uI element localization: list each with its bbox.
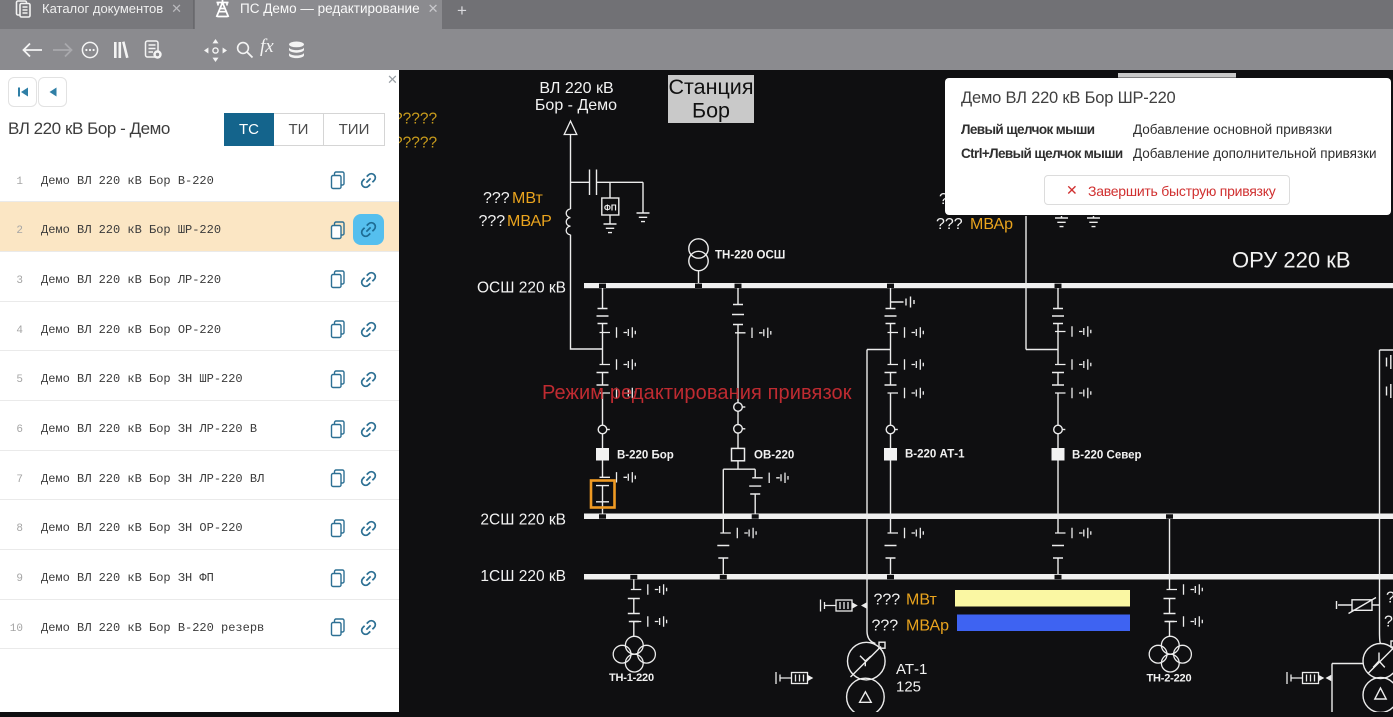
svg-text:ОСШ 220 кВ: ОСШ 220 кВ <box>477 280 566 297</box>
svg-text:АТ-1: АТ-1 <box>896 661 927 678</box>
svg-text:ТН-2-220: ТН-2-220 <box>1147 673 1192 685</box>
svg-text:В-220 Север: В-220 Север <box>1072 450 1142 462</box>
svg-text:ТН-220 ОСШ: ТН-220 ОСШ <box>715 250 785 262</box>
svg-text:МВт: МВт <box>906 592 937 609</box>
svg-text:Бор - Демо: Бор - Демо <box>535 97 617 114</box>
svg-text:ФП: ФП <box>604 204 617 213</box>
svg-text:?????: ????? <box>399 111 437 128</box>
svg-text:МВАр: МВАр <box>906 618 949 635</box>
svg-text:?????: ????? <box>399 135 437 152</box>
svg-text:1СШ 220 кВ: 1СШ 220 кВ <box>480 568 566 585</box>
svg-text:???: ??? <box>479 213 506 230</box>
svg-text:???: ??? <box>874 592 901 609</box>
svg-text:В-220 АТ-1: В-220 АТ-1 <box>905 449 965 461</box>
svg-text:???: ??? <box>872 618 899 635</box>
svg-text:ОРУ 220 кВ: ОРУ 220 кВ <box>1232 248 1351 273</box>
svg-text:Бор: Бор <box>692 99 730 123</box>
svg-text:В-220 Бор: В-220 Бор <box>617 450 674 462</box>
svg-text:МВАр: МВАр <box>970 216 1013 233</box>
svg-text:ТН-1-220: ТН-1-220 <box>609 672 654 684</box>
svg-text:???: ??? <box>1384 614 1393 631</box>
svg-text:125: 125 <box>896 679 921 696</box>
svg-text:2СШ 220 кВ: 2СШ 220 кВ <box>480 512 566 529</box>
svg-text:МВАР: МВАР <box>507 213 552 230</box>
svg-text:Станция: Станция <box>669 75 754 99</box>
svg-text:Режим редактирования привязок: Режим редактирования привязок <box>542 382 852 404</box>
svg-text:???: ??? <box>483 190 510 207</box>
svg-text:???: ??? <box>1386 590 1393 607</box>
svg-text:ВЛ 220 кВ: ВЛ 220 кВ <box>539 80 613 97</box>
svg-text:???: ??? <box>936 216 963 233</box>
svg-text:МВт: МВт <box>512 190 543 207</box>
svg-text:ОВ-220: ОВ-220 <box>754 450 794 462</box>
